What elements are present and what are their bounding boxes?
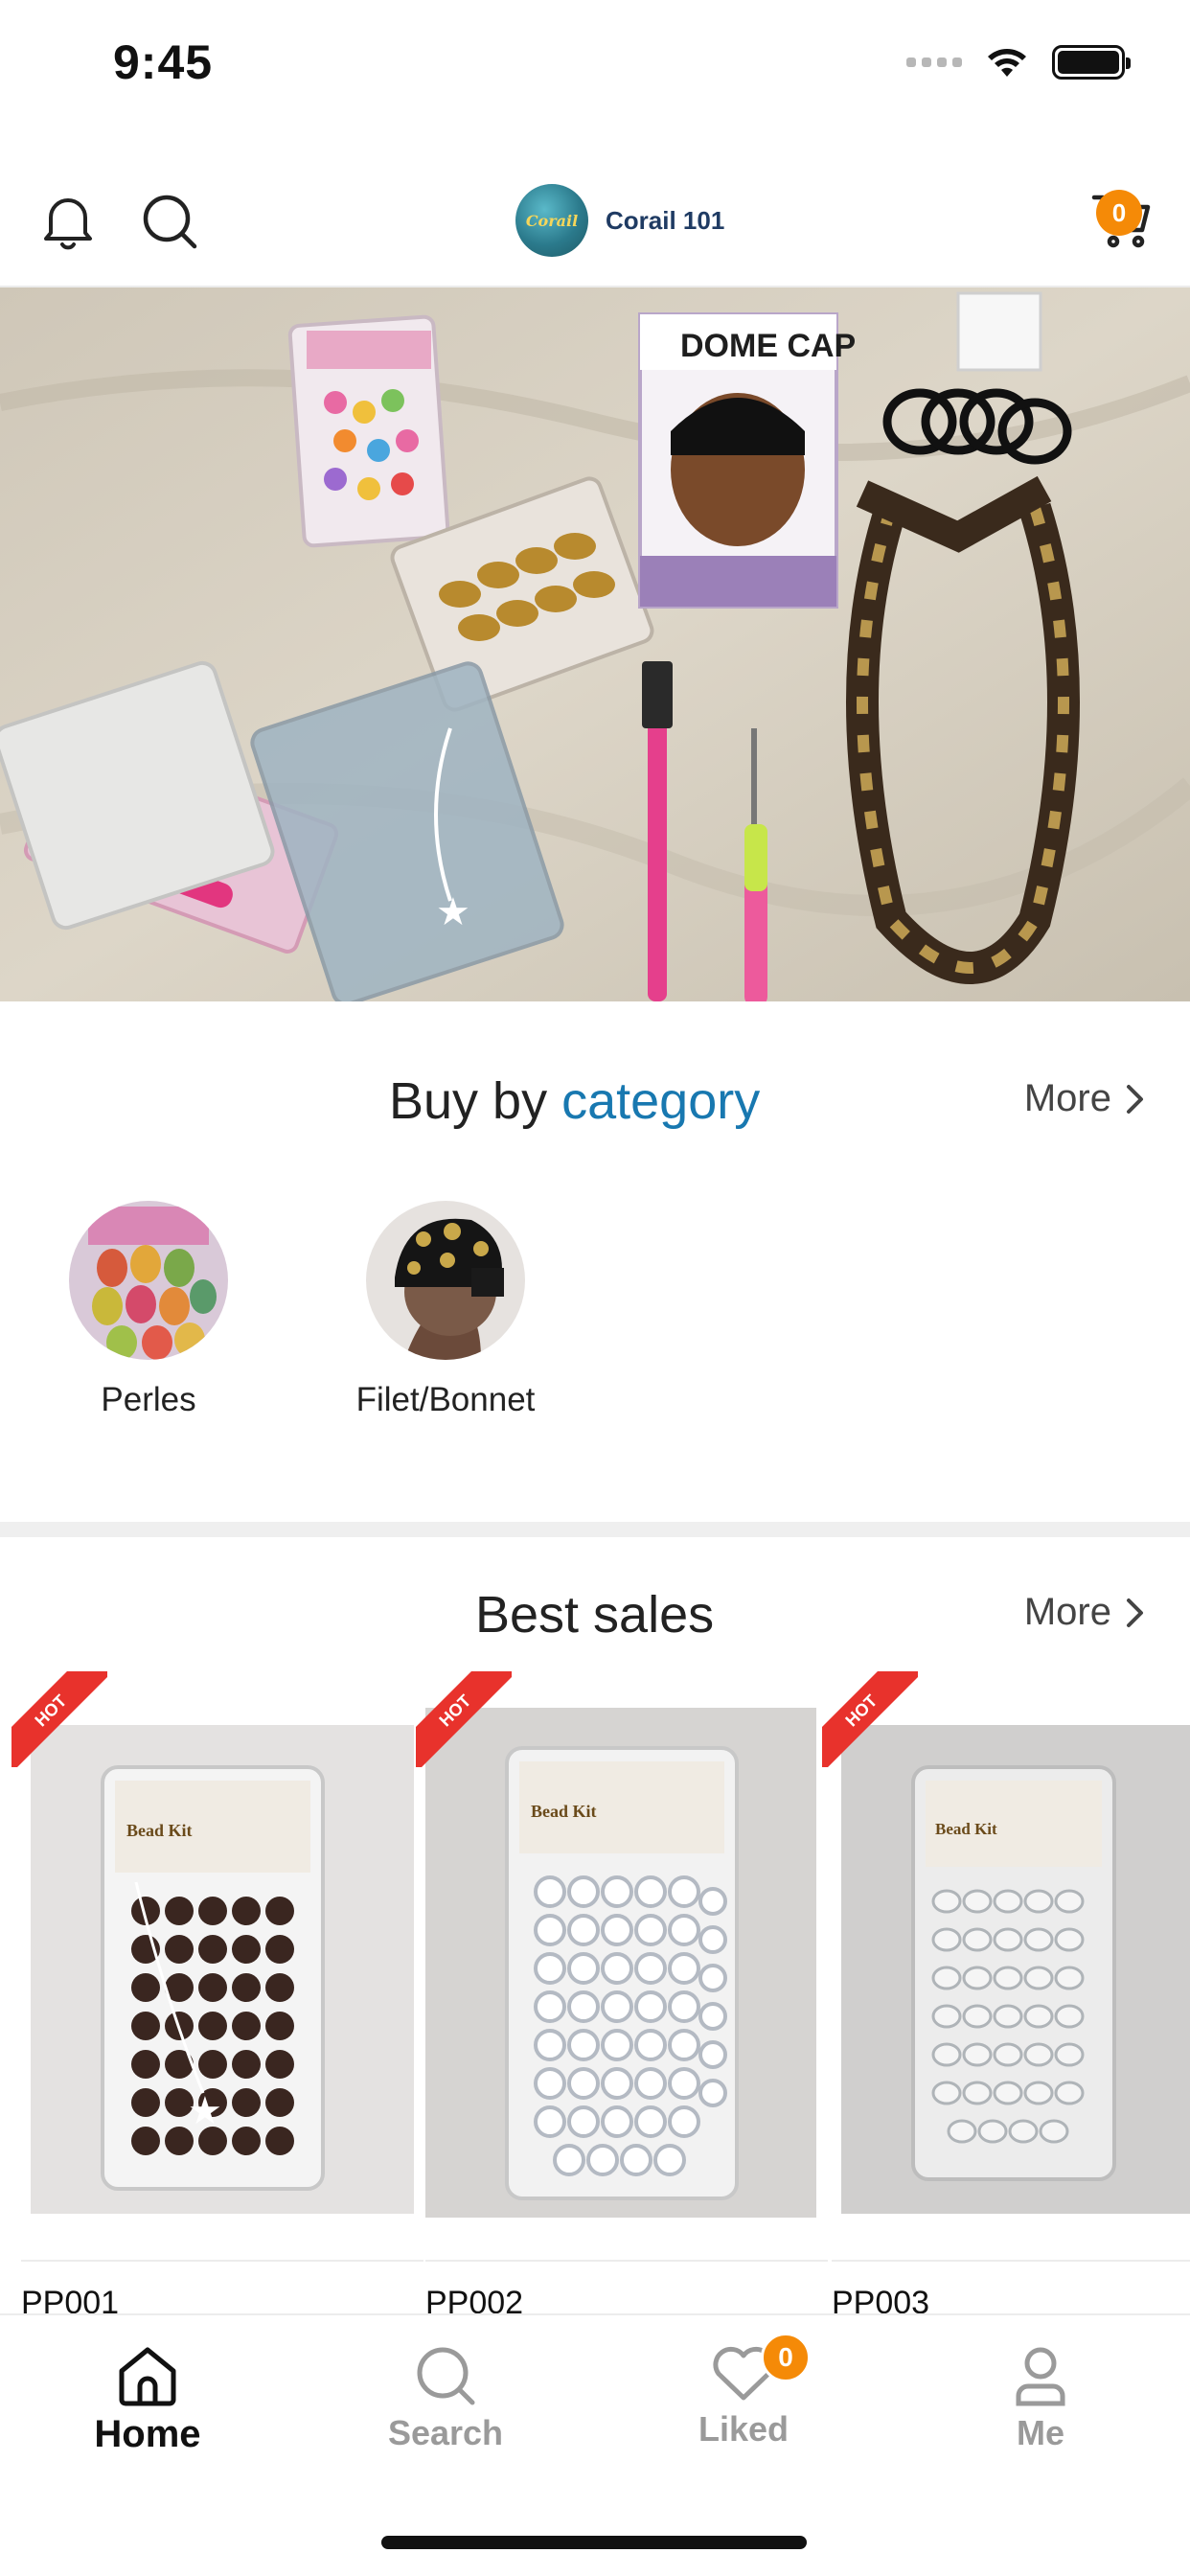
status-time: 9:45 xyxy=(113,35,214,89)
store-name: Corail 101 xyxy=(606,205,725,235)
chevron-right-icon xyxy=(1127,1084,1143,1114)
chevron-right-icon xyxy=(1127,1598,1143,1627)
search-icon xyxy=(143,195,197,249)
categories-more-label: More xyxy=(1023,1077,1111,1119)
home-icon xyxy=(119,2347,176,2406)
product-card[interactable]: HOT Bead Kit PP002 xyxy=(416,1671,828,2333)
category-title-plain: Buy by xyxy=(389,1072,548,1130)
best-sales-more-link[interactable]: More xyxy=(1024,1591,1146,1634)
tab-home[interactable]: Home xyxy=(33,2344,263,2456)
app-header: Corail Corail 101 0 xyxy=(0,153,1190,288)
wifi-icon xyxy=(988,49,1026,77)
hot-badge: HOT xyxy=(11,1671,107,1767)
category-title-accent: category xyxy=(561,1072,761,1130)
tab-search[interactable]: Search xyxy=(331,2344,561,2453)
liked-count-badge: 0 xyxy=(761,2333,811,2382)
svg-text:Bead Kit: Bead Kit xyxy=(531,1802,597,1821)
category-perles-image xyxy=(69,1201,228,1360)
store-brand[interactable]: Corail Corail 101 xyxy=(515,171,724,270)
cart-button[interactable]: 0 xyxy=(1079,178,1165,264)
product-separator xyxy=(21,2260,423,2262)
product-card[interactable]: HOT Bead Kit PP003 xyxy=(822,1671,1190,2333)
tab-me-label: Me xyxy=(1016,2413,1064,2452)
svg-text:Bead Kit: Bead Kit xyxy=(935,1820,997,1838)
best-sales-title: Best sales xyxy=(475,1586,715,1644)
cellular-signal-icon xyxy=(906,58,962,67)
product-separator xyxy=(832,2260,1190,2262)
user-icon xyxy=(1016,2347,1065,2406)
home-indicator xyxy=(381,2536,807,2549)
tab-liked[interactable]: 0 Liked xyxy=(629,2333,858,2450)
tab-me[interactable]: Me xyxy=(926,2344,1156,2453)
product-card[interactable]: HOT Bead Kit ★ PP001 xyxy=(11,1671,423,2333)
status-bar: 9:45 xyxy=(0,0,1190,134)
category-perles-label: Perles xyxy=(101,1381,196,1418)
category-section-title: Buy by category xyxy=(389,1071,760,1131)
store-logo: Corail xyxy=(515,184,588,257)
svg-text:★: ★ xyxy=(188,2089,222,2133)
hot-badge: HOT xyxy=(416,1671,512,1767)
status-icons xyxy=(906,44,1131,80)
category-perles[interactable]: Perles xyxy=(43,1201,254,1419)
search-icon xyxy=(417,2347,475,2405)
bell-icon xyxy=(44,198,92,250)
battery-icon xyxy=(1052,45,1131,80)
hero-banner[interactable]: ★ DOME CAP xyxy=(0,288,1190,1001)
search-button[interactable] xyxy=(126,178,213,264)
hot-badge: HOT xyxy=(822,1671,918,1767)
hero-image: ★ DOME CAP xyxy=(0,288,1190,1001)
category-filet-bonnet[interactable]: Filet/Bonnet xyxy=(340,1201,551,1419)
section-divider xyxy=(0,1522,1190,1537)
cart-count-badge: 0 xyxy=(1096,190,1142,236)
svg-text:Bead Kit: Bead Kit xyxy=(126,1821,193,1840)
best-sales-more-label: More xyxy=(1023,1591,1111,1633)
tab-search-label: Search xyxy=(387,2413,504,2452)
category-filet-bonnet-image xyxy=(366,1201,525,1360)
dome-cap-text: DOME CAP xyxy=(680,328,856,364)
category-filet-bonnet-label: Filet/Bonnet xyxy=(355,1381,536,1418)
tab-home-label: Home xyxy=(94,2413,201,2455)
product-separator xyxy=(425,2260,828,2262)
notifications-button[interactable] xyxy=(25,178,111,264)
tab-liked-label: Liked xyxy=(698,2409,790,2449)
svg-text:★: ★ xyxy=(436,890,470,934)
categories-more-link[interactable]: More xyxy=(1024,1077,1146,1120)
